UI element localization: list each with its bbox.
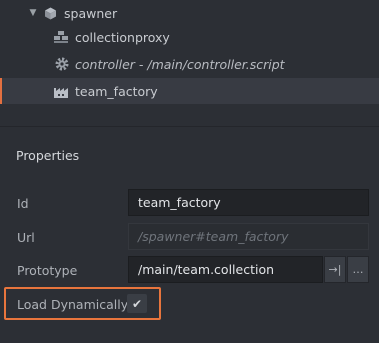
script-gear-icon <box>54 57 69 72</box>
id-label: Id <box>17 196 29 211</box>
id-value: team_factory <box>138 195 221 210</box>
checkmark-icon: ✔ <box>131 296 143 311</box>
collection-proxy-icon <box>54 30 69 45</box>
tree-item-team-factory[interactable]: team_factory <box>0 78 379 104</box>
prototype-value: /main/team.collection <box>138 262 275 277</box>
goto-arrow-icon: →| <box>328 263 342 276</box>
load-dynamically-checkbox[interactable]: ✔ <box>127 294 147 313</box>
url-field: /spawner#team_factory <box>128 223 369 250</box>
prototype-label: Prototype <box>17 263 78 278</box>
game-object-cube-icon <box>43 6 58 21</box>
id-field[interactable]: team_factory <box>128 189 369 216</box>
expand-arrow-icon[interactable]: ▼ <box>28 8 38 18</box>
outline-panel: ▼ spawner collectionproxy controller - /… <box>0 0 379 108</box>
tree-item-label: collectionproxy <box>75 29 170 45</box>
ellipsis-icon: … <box>352 263 364 276</box>
url-value: /spawner#team_factory <box>138 229 289 244</box>
factory-icon <box>54 84 69 99</box>
url-label: Url <box>17 230 35 245</box>
tree-item-controller-script[interactable]: controller - /main/controller.script <box>0 51 379 77</box>
tree-item-label: spawner <box>64 5 118 21</box>
tree-item-collectionproxy[interactable]: collectionproxy <box>0 24 379 50</box>
prototype-field[interactable]: /main/team.collection <box>128 256 323 283</box>
load-dynamically-label: Load Dynamically <box>17 297 129 312</box>
properties-title: Properties <box>16 148 80 163</box>
tree-item-label: controller - /main/controller.script <box>75 56 285 72</box>
tree-item-spawner[interactable]: ▼ spawner <box>0 0 379 26</box>
tree-item-label: team_factory <box>75 83 158 99</box>
panel-divider <box>0 126 379 127</box>
browse-button[interactable]: … <box>347 256 369 283</box>
goto-resource-button[interactable]: →| <box>324 256 346 283</box>
